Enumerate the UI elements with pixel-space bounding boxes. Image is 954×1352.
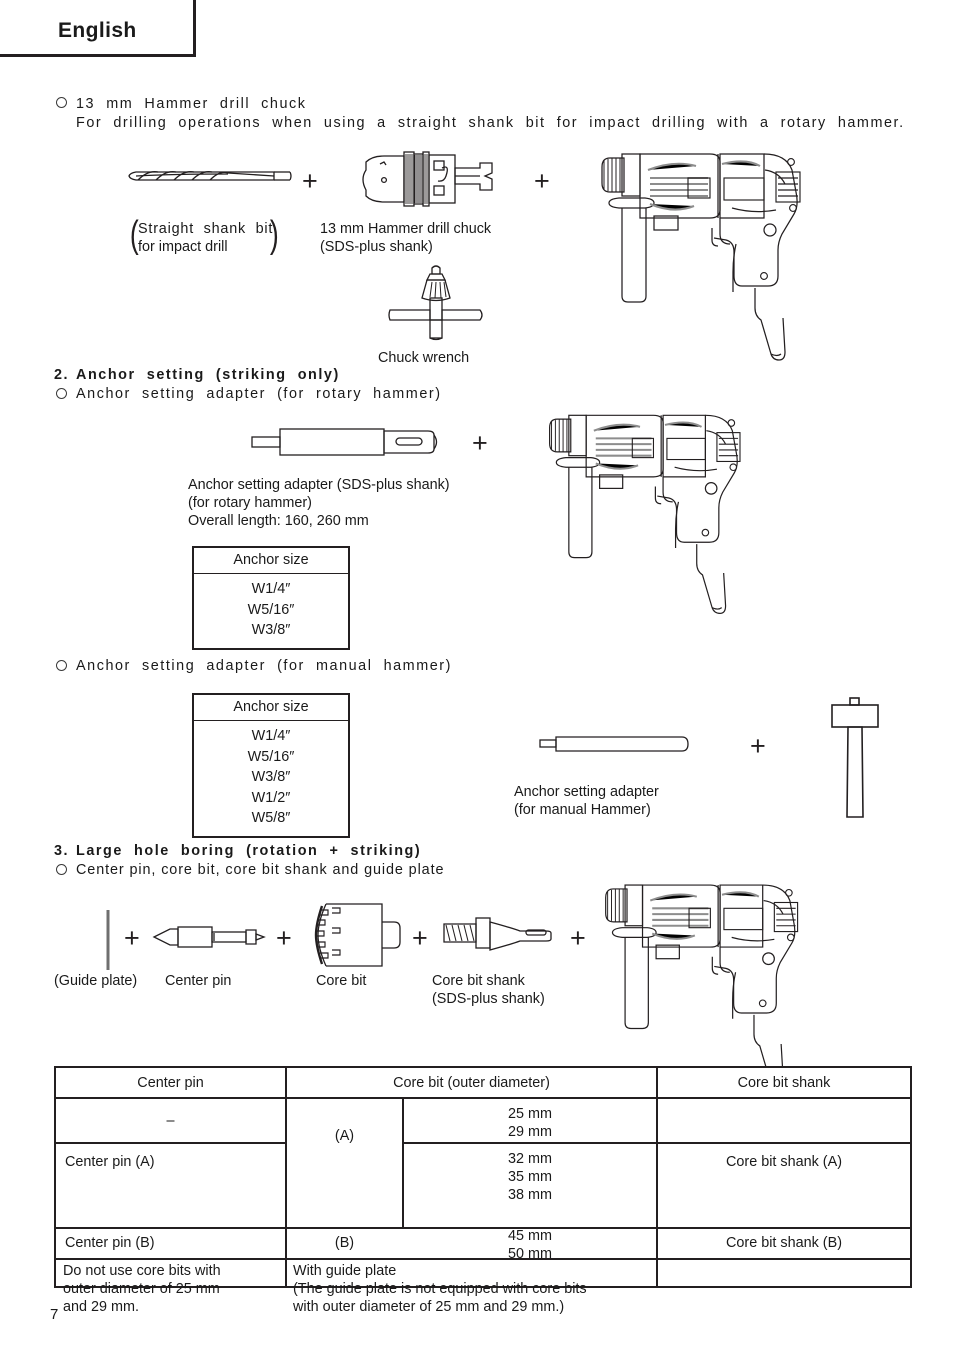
anchor-size-body: W1/4″ W5/16″ W3/8″ W1/2″ W5/8″	[194, 721, 348, 836]
table-note-mid-line1: With guide plate	[293, 1263, 397, 1279]
plus-sign: +	[124, 923, 140, 953]
table-note-left-line3: and 29 mm.	[63, 1299, 139, 1315]
rotary-hammer-illustration-2	[540, 408, 790, 614]
chuck-wrench-label: Chuck wrench	[378, 350, 470, 366]
anchor-setting-adapter-illustration	[250, 425, 450, 459]
manual-hammer-illustration	[828, 696, 882, 822]
page-title: English	[58, 19, 137, 42]
table-cell-center-pin: Center pin (B)	[65, 1235, 155, 1251]
core-bit-shank-illustration	[442, 916, 564, 951]
plus-sign: +	[750, 731, 766, 761]
chuck-wrench-illustration	[388, 262, 486, 341]
anchor-size-body: W1/4″ W5/16″ W3/8″	[194, 574, 348, 648]
section2-number: 2.	[54, 367, 70, 383]
straight-shank-bit-label-line2: for impact drill	[138, 239, 228, 255]
bullet-icon	[56, 660, 67, 671]
table-cell-center-pin: –	[166, 1113, 175, 1129]
table-divider	[402, 1142, 910, 1144]
hammer-drill-chuck-illustration	[358, 148, 518, 210]
hammer-drill-chuck-desc: For drilling operations when using a str…	[76, 115, 905, 131]
anchor-size-table-rotary: Anchor size W1/4″ W5/16″ W3/8″	[192, 546, 350, 650]
paren-close: )	[269, 214, 279, 256]
table-cell-shank-a: Core bit shank (A)	[726, 1154, 842, 1170]
hammer-drill-chuck-title: 13 mm Hammer drill chuck	[76, 96, 307, 112]
section3-bullet: Center pin, core bit, core bit shank and…	[76, 862, 445, 878]
table-cell-diameter: 38 mm	[508, 1187, 552, 1203]
table-cell-shank-b: Core bit shank (B)	[726, 1235, 842, 1251]
anchor-size-table-manual: Anchor size W1/4″ W5/16″ W3/8″ W1/2″ W5/…	[192, 693, 350, 838]
table-header-center-pin: Center pin	[137, 1075, 204, 1091]
section3-number: 3.	[54, 843, 70, 859]
anchor-size-row: W3/8″	[251, 622, 291, 638]
table-divider	[285, 1068, 288, 1286]
table-divider	[56, 1097, 910, 1100]
core-bit-label: Core bit	[316, 973, 367, 989]
anchor-adapter-label-line2: (for rotary hammer)	[188, 495, 312, 511]
bullet-icon	[56, 864, 67, 875]
chuck-label-line2: (SDS-plus shank)	[320, 239, 433, 255]
anchor-size-row: W3/8″	[251, 769, 291, 785]
bullet-icon	[56, 97, 67, 108]
table-note-mid-line2: (The guide plate is not equipped with co…	[293, 1281, 587, 1297]
straight-shank-bit-illustration	[124, 158, 292, 194]
plus-sign: +	[570, 923, 586, 953]
table-cell-core-group-b: (B)	[334, 1235, 355, 1251]
core-bit-specification-table: Center pin Core bit (outer diameter) Cor…	[54, 1066, 912, 1315]
table-cell-core-group-a: (A)	[334, 1128, 355, 1144]
core-bit-shank-label-line1: Core bit shank	[432, 973, 525, 989]
anchor-adapter-label-line1: Anchor setting adapter (SDS-plus shank)	[188, 477, 450, 493]
anchor-adapter-label-line3: Overall length: 160, 260 mm	[188, 513, 369, 529]
plus-sign: +	[302, 166, 318, 196]
table-cell-diameter: 32 mm	[508, 1151, 552, 1167]
anchor-size-header: Anchor size	[194, 548, 348, 574]
core-bit-shank-label-line2: (SDS-plus shank)	[432, 991, 545, 1007]
guide-plate-label: (Guide plate)	[54, 973, 138, 989]
table-divider	[656, 1068, 659, 1286]
anchor-size-row: W5/16″	[247, 748, 295, 765]
section3-heading: Large hole boring (rotation + striking)	[76, 843, 422, 859]
table-note-left-line2: outer diameter of 25 mm	[63, 1281, 220, 1297]
table-note-left-line1: Do not use core bits with	[63, 1263, 221, 1279]
manual-adapter-label-line1: Anchor setting adapter	[514, 784, 659, 800]
plus-sign: +	[534, 166, 550, 196]
rotary-hammer-illustration-3	[596, 878, 848, 1086]
rotary-hammer-illustration	[592, 148, 852, 361]
page-number: 7	[50, 1306, 59, 1323]
straight-shank-bit-label-line1: Straight shank bit	[138, 221, 274, 237]
core-bit-illustration	[312, 898, 408, 972]
table-cell-diameter: 35 mm	[508, 1169, 552, 1185]
manual-adapter-label-line2: (for manual Hammer)	[514, 802, 651, 818]
anchor-manual-bullet: Anchor setting adapter (for manual hamme…	[76, 658, 452, 674]
plus-sign: +	[276, 923, 292, 953]
table-cell-diameter: 45 mm	[508, 1228, 552, 1244]
table-header-core-bit: Core bit (outer diameter)	[393, 1075, 550, 1091]
table-divider	[56, 1142, 285, 1144]
anchor-size-row: W1/4″	[251, 581, 291, 597]
anchor-size-row: W5/8″	[251, 810, 291, 826]
center-pin-label: Center pin	[165, 973, 232, 989]
table-note-mid-line3: with outer diameter of 25 mm and 29 mm.)	[293, 1299, 565, 1315]
plus-sign: +	[412, 923, 428, 953]
anchor-size-row: W5/16″	[247, 601, 295, 618]
chuck-label-line1: 13 mm Hammer drill chuck	[320, 221, 492, 237]
anchor-size-row: W1/2″	[251, 789, 291, 806]
anchor-size-header: Anchor size	[194, 695, 348, 721]
guide-plate-illustration	[104, 910, 112, 970]
anchor-size-row: W1/4″	[251, 728, 291, 744]
section2-heading: Anchor setting (striking only)	[76, 367, 340, 383]
bullet-icon	[56, 388, 67, 399]
manual-page: English 13 mm Hammer drill chuck For dri…	[0, 0, 954, 1352]
center-pin-illustration	[152, 924, 266, 950]
table-cell-diameter: 29 mm	[508, 1124, 552, 1140]
table-cell-diameter: 25 mm	[508, 1106, 552, 1122]
manual-anchor-adapter-illustration	[538, 735, 690, 753]
table-cell-center-pin: Center pin (A)	[65, 1154, 155, 1170]
anchor-rotary-bullet: Anchor setting adapter (for rotary hamme…	[76, 386, 442, 402]
plus-sign: +	[472, 428, 488, 458]
table-header-core-bit-shank: Core bit shank	[737, 1075, 831, 1091]
